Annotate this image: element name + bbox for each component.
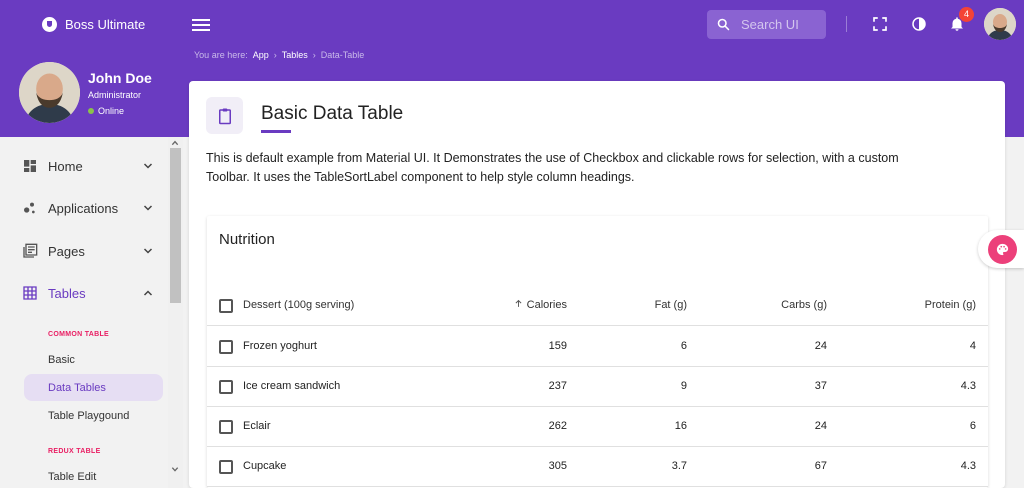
- column-header-dessert[interactable]: Dessert (100g serving): [243, 299, 354, 311]
- user-avatar[interactable]: [984, 8, 1016, 40]
- sidebar-group-header: COMMON TABLE: [48, 331, 110, 338]
- cell-dessert: Frozen yoghurt: [243, 340, 317, 352]
- sidebar-subitem-data-tables[interactable]: Data Tables: [24, 374, 163, 401]
- breadcrumb-separator: ›: [312, 50, 316, 60]
- sort-arrow-up-icon: [515, 299, 522, 307]
- avatar-photo: [984, 8, 1016, 40]
- cell-protein: 4.3: [960, 380, 976, 392]
- sidebar-item-label: Home: [48, 158, 83, 174]
- toolbar-divider: [846, 16, 847, 32]
- breadcrumb-app[interactable]: App: [253, 50, 269, 60]
- cell-carbs: 24: [814, 420, 827, 432]
- cell-protein: 4: [969, 340, 976, 352]
- breadcrumb-prefix: You are here:: [194, 50, 248, 60]
- sidebar-item-home[interactable]: Home: [0, 145, 168, 187]
- search-input[interactable]: [741, 17, 821, 32]
- menu-toggle-button[interactable]: [192, 16, 210, 32]
- chevron-up-icon: [143, 290, 153, 296]
- column-header-protein[interactable]: Protein (g): [867, 299, 976, 311]
- page-icon-box: [206, 97, 243, 134]
- row-checkbox[interactable]: [219, 340, 233, 354]
- cell-fat: 3.7: [671, 460, 687, 472]
- table-row[interactable]: Frozen yoghurt 159 6 24 4: [207, 327, 988, 367]
- theme-palette-button[interactable]: [978, 230, 1024, 268]
- grid-icon: [23, 286, 37, 300]
- brand[interactable]: Boss Ultimate: [42, 17, 145, 32]
- chevron-down-icon: [143, 248, 153, 254]
- column-header-fat[interactable]: Fat (g): [607, 299, 687, 311]
- profile-status[interactable]: Online: [88, 106, 152, 116]
- cell-calories: 237: [548, 380, 567, 392]
- cell-dessert: Ice cream sandwich: [243, 380, 341, 392]
- cell-calories: 305: [548, 460, 567, 472]
- sidebar-scrollbar-thumb[interactable]: [170, 148, 181, 303]
- table-row[interactable]: Cupcake 305 3.7 67 4.3: [207, 447, 988, 487]
- column-header-carbs[interactable]: Carbs (g): [727, 299, 827, 311]
- search-box[interactable]: [707, 10, 826, 39]
- page-description: This is default example from Material UI…: [206, 151, 899, 184]
- row-checkbox[interactable]: [219, 420, 233, 434]
- cell-carbs: 67: [814, 460, 827, 472]
- clipboard-icon: [218, 108, 231, 124]
- sidebar-item-label: Applications: [48, 200, 119, 216]
- table-title: Nutrition: [219, 231, 275, 248]
- brand-logo-icon: [42, 17, 57, 32]
- column-header-calories[interactable]: Calories: [512, 299, 567, 311]
- sidebar-item-applications[interactable]: Applications: [0, 187, 168, 229]
- sidebar-item-pages[interactable]: Pages: [0, 230, 168, 272]
- dashboard-icon: [24, 160, 36, 172]
- palette-icon: [996, 243, 1009, 256]
- bubbles-icon: [24, 202, 35, 214]
- table-row[interactable]: Ice cream sandwich 237 9 37 4.3: [207, 367, 988, 407]
- profile-name: John Doe: [88, 69, 152, 86]
- scroll-down-arrow-icon[interactable]: [171, 465, 179, 473]
- select-all-checkbox[interactable]: [219, 299, 233, 313]
- cell-calories: 262: [548, 420, 567, 432]
- scroll-up-arrow-icon[interactable]: [171, 139, 179, 147]
- breadcrumb-current: Data-Table: [320, 50, 365, 60]
- sidebar-item-label: Tables: [48, 285, 86, 301]
- sidebar-item-label: Pages: [48, 243, 85, 259]
- cell-fat: 6: [680, 340, 687, 352]
- sidebar-subitem-table-playground[interactable]: Table Playgound: [24, 402, 163, 429]
- brand-name: Boss Ultimate: [65, 17, 146, 32]
- cell-protein: 6: [969, 420, 976, 432]
- palette-circle: [988, 235, 1017, 264]
- cell-carbs: 37: [814, 380, 827, 392]
- chevron-down-icon: [143, 205, 153, 211]
- breadcrumb: You are here: App › Tables › Data-Table: [194, 50, 364, 60]
- notification-badge: 4: [959, 7, 974, 22]
- cell-carbs: 24: [814, 340, 827, 352]
- cell-dessert: Eclair: [243, 420, 271, 432]
- search-icon: [717, 18, 730, 31]
- table-header-row: Dessert (100g serving) Calories Fat (g) …: [207, 286, 988, 326]
- title-underline: [261, 130, 291, 133]
- chevron-down-icon: [143, 163, 153, 169]
- cell-fat: 16: [674, 420, 687, 432]
- profile-photo: [19, 62, 80, 123]
- user-profile: John Doe Administrator Online: [19, 62, 152, 123]
- breadcrumb-separator: ›: [273, 50, 277, 60]
- page-title: Basic Data Table: [261, 103, 404, 124]
- table-row[interactable]: Eclair 262 16 24 6: [207, 407, 988, 447]
- row-checkbox[interactable]: [219, 460, 233, 474]
- sidebar-item-tables[interactable]: Tables: [0, 272, 168, 314]
- fullscreen-icon[interactable]: [871, 15, 889, 33]
- row-checkbox[interactable]: [219, 380, 233, 394]
- cell-fat: 9: [680, 380, 687, 392]
- cell-dessert: Cupcake: [243, 460, 287, 472]
- sidebar-subitem-table-edit[interactable]: Table Edit: [24, 463, 163, 488]
- cell-calories: 159: [548, 340, 567, 352]
- profile-role: Administrator: [88, 89, 142, 100]
- profile-status-label: Online: [98, 105, 125, 116]
- breadcrumb-tables[interactable]: Tables: [282, 50, 308, 60]
- profile-avatar[interactable]: [19, 62, 80, 123]
- sidebar-subitem-basic[interactable]: Basic: [24, 346, 163, 373]
- pages-icon: [23, 243, 38, 258]
- theme-contrast-icon[interactable]: [910, 15, 928, 33]
- sidebar-group-header: REDUX TABLE: [48, 448, 101, 455]
- column-header-label: Calories: [526, 299, 567, 311]
- cell-protein: 4.3: [960, 460, 976, 472]
- online-status-dot: [88, 107, 94, 114]
